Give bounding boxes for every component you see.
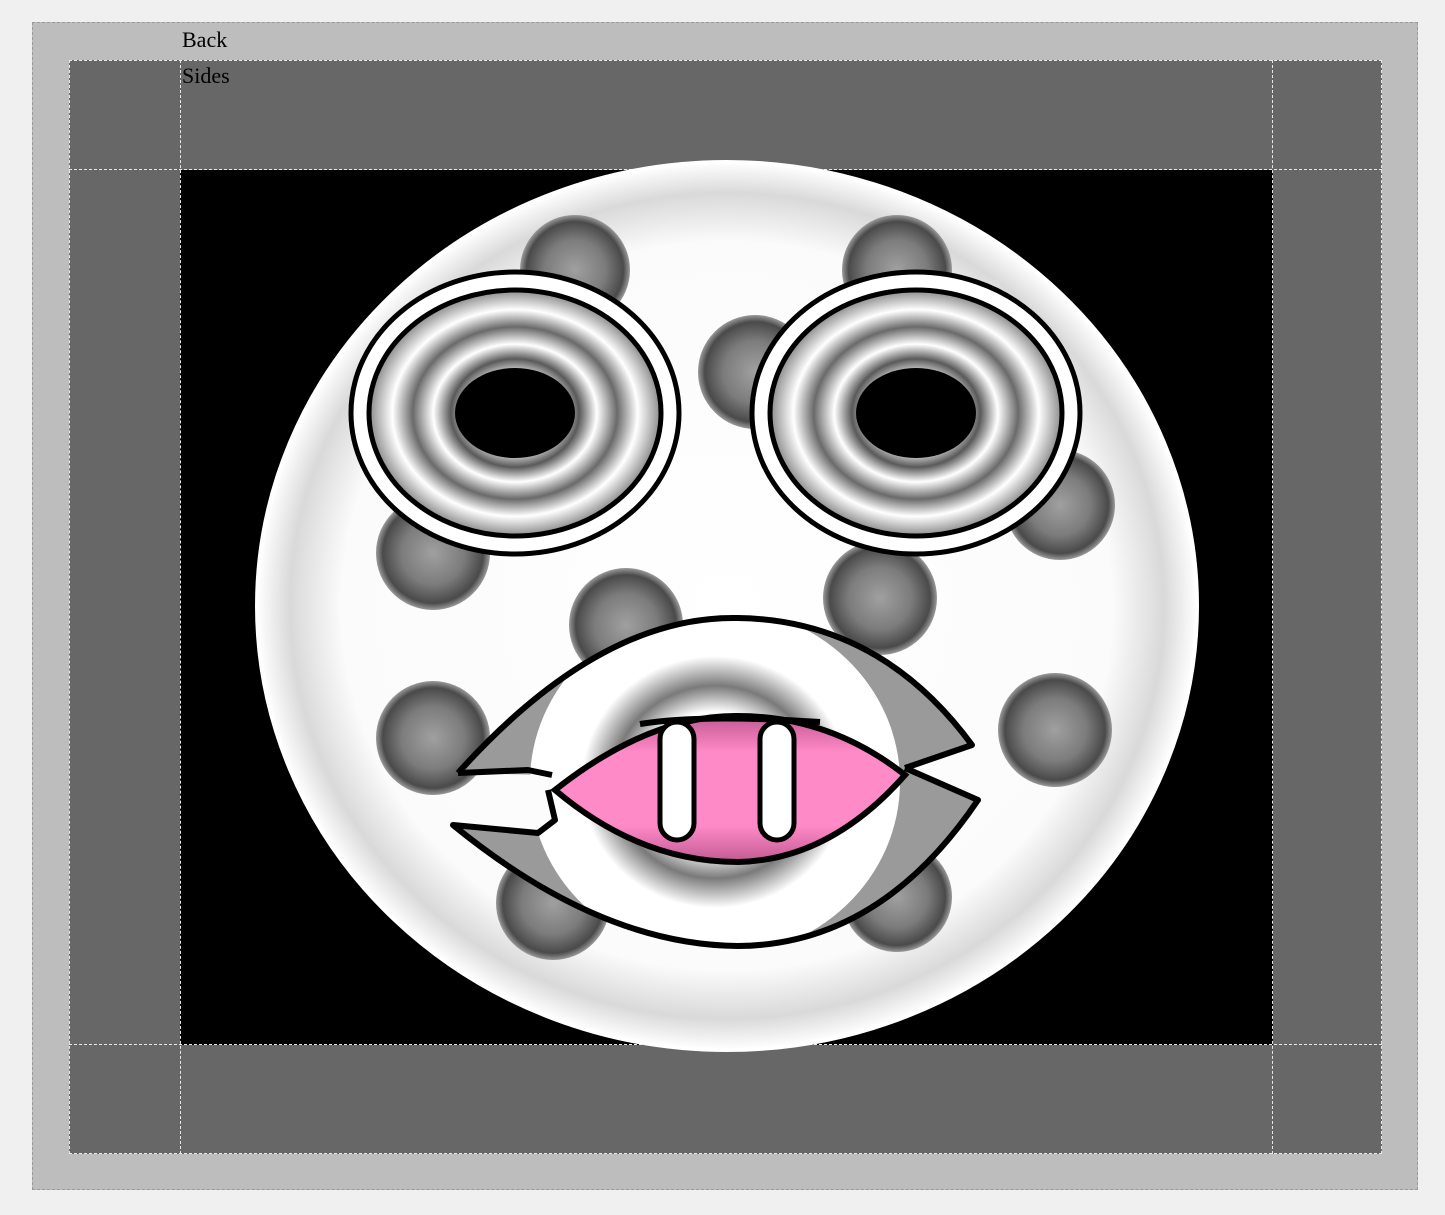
sides-label: Sides [182,63,230,88]
spot [998,673,1112,787]
tooth-left [657,719,697,843]
right-eye [749,269,1083,557]
preview-stage: Back Sides [0,0,1445,1215]
tooth-right [757,719,797,843]
spot [376,681,490,795]
back-label: Back [182,27,228,52]
left-eye [348,269,682,557]
face-artwork [255,160,1199,1052]
